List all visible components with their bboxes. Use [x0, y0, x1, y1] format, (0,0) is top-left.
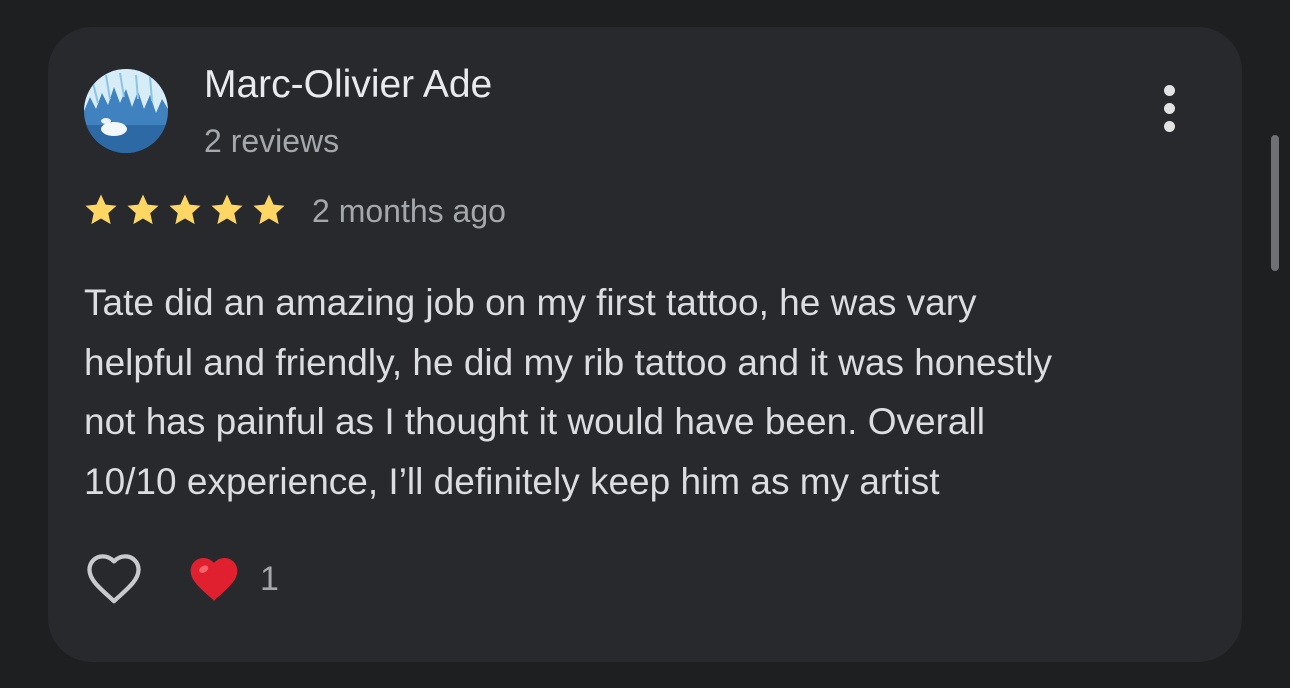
star-icon	[208, 191, 246, 231]
more-dot	[1164, 85, 1175, 96]
star-icon	[250, 191, 288, 231]
more-vert-icon[interactable]	[1148, 79, 1192, 139]
reaction-summary[interactable]: 1	[186, 551, 279, 607]
like-button[interactable]	[82, 547, 146, 611]
avatar[interactable]	[84, 69, 168, 153]
star-icon	[166, 191, 204, 231]
more-dot	[1164, 121, 1175, 132]
red-heart-icon	[190, 558, 238, 601]
reviewer-name[interactable]: Marc-Olivier Ade	[204, 63, 492, 107]
review-card: Marc-Olivier Ade 2 reviews 2 months ago …	[48, 27, 1242, 662]
scrollbar-thumb[interactable]	[1271, 135, 1279, 271]
heart-outline-icon	[87, 554, 141, 604]
avatar-image	[84, 69, 168, 153]
reviewer-review-count: 2 reviews	[204, 123, 340, 159]
review-text-line: Tate did an amazing job on my first tatt…	[84, 282, 977, 323]
review-text-line: helpful and friendly, he did my rib tatt…	[84, 341, 1053, 383]
star-icon	[82, 191, 120, 231]
review-date: 2 months ago	[312, 193, 506, 229]
review-text-line: not has painful as I thought it would ha…	[84, 401, 985, 442]
star-icon	[124, 191, 162, 231]
review-text-line: 10/10 experience, I’ll definitely keep h…	[84, 460, 940, 502]
reaction-count: 1	[260, 559, 279, 598]
review-text: Tate did an amazing job on my first tatt…	[84, 273, 1224, 511]
more-dot	[1164, 103, 1175, 114]
star-rating	[82, 191, 288, 231]
